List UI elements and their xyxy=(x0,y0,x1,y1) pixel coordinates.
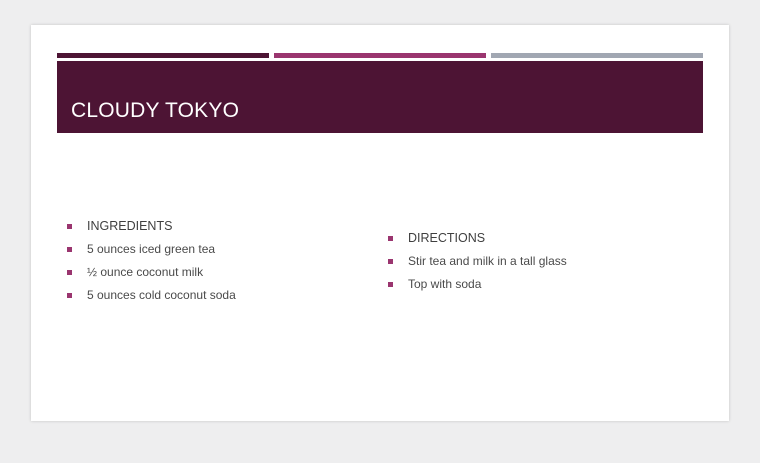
list-item-text: ½ ounce coconut milk xyxy=(87,265,204,279)
accent-bar-gray xyxy=(491,53,703,58)
square-bullet-icon xyxy=(67,247,72,252)
list-item: Top with soda xyxy=(388,273,688,296)
list-heading-text: INGREDIENTS xyxy=(87,219,173,233)
list-heading-directions: DIRECTIONS xyxy=(388,227,688,250)
list-item-text: Stir tea and milk in a tall glass xyxy=(408,254,567,268)
slide-title: CLOUDY TOKYO xyxy=(71,99,240,122)
list-item: 5 ounces cold coconut soda xyxy=(67,284,367,307)
ingredients-list: INGREDIENTS 5 ounces iced green tea ½ ou… xyxy=(67,215,367,307)
square-bullet-icon xyxy=(388,282,393,287)
list-heading-ingredients: INGREDIENTS xyxy=(67,215,367,238)
square-bullet-icon xyxy=(388,259,393,264)
title-band: CLOUDY TOKYO xyxy=(57,61,703,133)
accent-bar-dark xyxy=(57,53,269,58)
list-heading-text: DIRECTIONS xyxy=(408,231,486,245)
directions-list: DIRECTIONS Stir tea and milk in a tall g… xyxy=(388,227,688,296)
square-bullet-icon xyxy=(388,236,393,241)
square-bullet-icon xyxy=(67,293,72,298)
list-item: 5 ounces iced green tea xyxy=(67,238,367,261)
list-item: Stir tea and milk in a tall glass xyxy=(388,250,688,273)
list-item-text: Top with soda xyxy=(408,277,482,291)
list-item: ½ ounce coconut milk xyxy=(67,261,367,284)
accent-bar-magenta xyxy=(274,53,486,58)
list-item-text: 5 ounces iced green tea xyxy=(87,242,216,256)
slide: CLOUDY TOKYO INGREDIENTS 5 ounces iced g… xyxy=(31,25,729,421)
square-bullet-icon xyxy=(67,270,72,275)
list-item-text: 5 ounces cold coconut soda xyxy=(87,288,236,302)
square-bullet-icon xyxy=(67,224,72,229)
